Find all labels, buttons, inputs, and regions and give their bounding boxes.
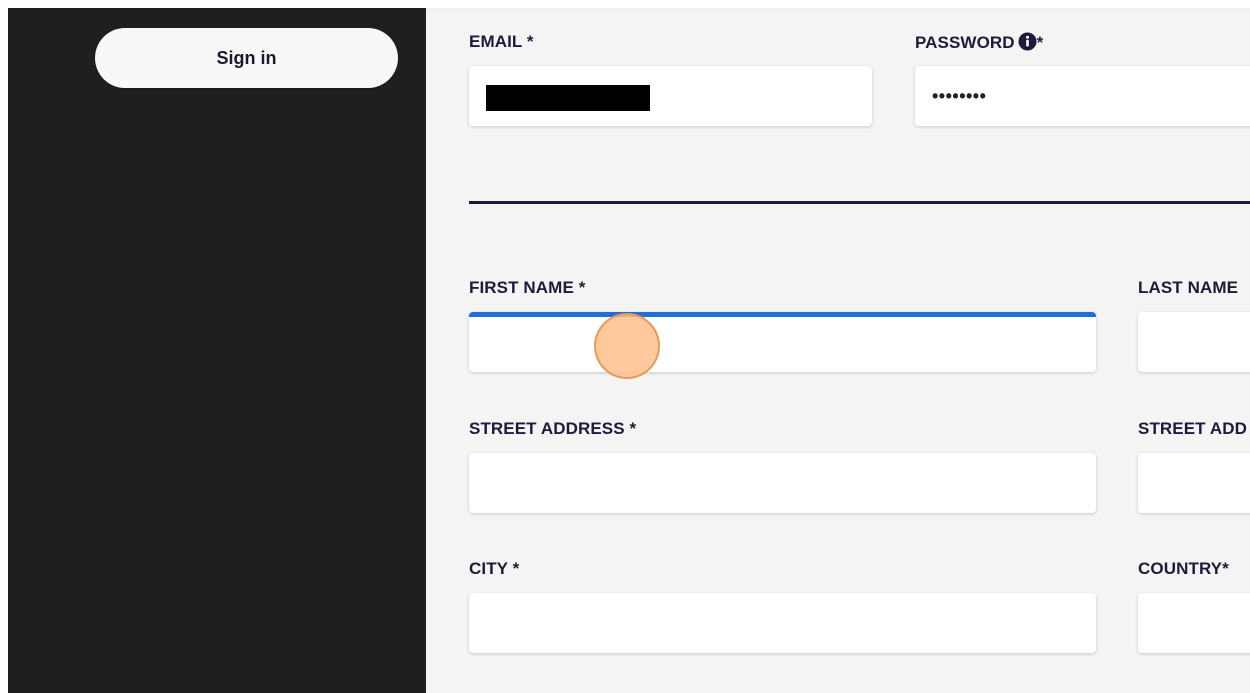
sidebar: Sign in bbox=[8, 8, 426, 693]
street-address-2-field[interactable] bbox=[1138, 453, 1250, 513]
street-address-field[interactable] bbox=[469, 453, 1096, 513]
city-label: CITY * bbox=[469, 559, 520, 578]
street-address-2-label: STREET ADD bbox=[1138, 419, 1247, 438]
password-required-mark: * bbox=[1036, 33, 1044, 52]
city-field[interactable] bbox=[469, 593, 1096, 653]
street-address-label: STREET ADDRESS * bbox=[469, 419, 637, 438]
country-label: COUNTRY* bbox=[1138, 559, 1229, 578]
password-label-text: PASSWORD bbox=[915, 33, 1015, 52]
info-circle-icon[interactable] bbox=[1018, 32, 1037, 56]
last-name-field[interactable] bbox=[1138, 312, 1250, 372]
section-divider bbox=[469, 201, 1250, 204]
password-value: •••••••• bbox=[932, 86, 987, 106]
country-field[interactable] bbox=[1138, 593, 1250, 653]
first-name-label: FIRST NAME * bbox=[469, 278, 586, 297]
email-label: EMAIL * bbox=[469, 32, 534, 51]
password-label: PASSWORD * bbox=[915, 32, 1043, 56]
first-name-field[interactable] bbox=[469, 312, 1096, 372]
password-field[interactable]: •••••••• bbox=[915, 66, 1250, 126]
redacted-email-value bbox=[486, 85, 650, 111]
last-name-label: LAST NAME bbox=[1138, 278, 1239, 297]
sign-in-button[interactable]: Sign in bbox=[95, 28, 398, 88]
email-field[interactable] bbox=[469, 66, 872, 126]
top-edge bbox=[426, 8, 1250, 12]
registration-form: EMAIL * PASSWORD * •••••••• FIRST NAME * … bbox=[426, 8, 1250, 693]
app-frame: Sign in EMAIL * PASSWORD * •••••••• FIRST… bbox=[8, 8, 1250, 693]
